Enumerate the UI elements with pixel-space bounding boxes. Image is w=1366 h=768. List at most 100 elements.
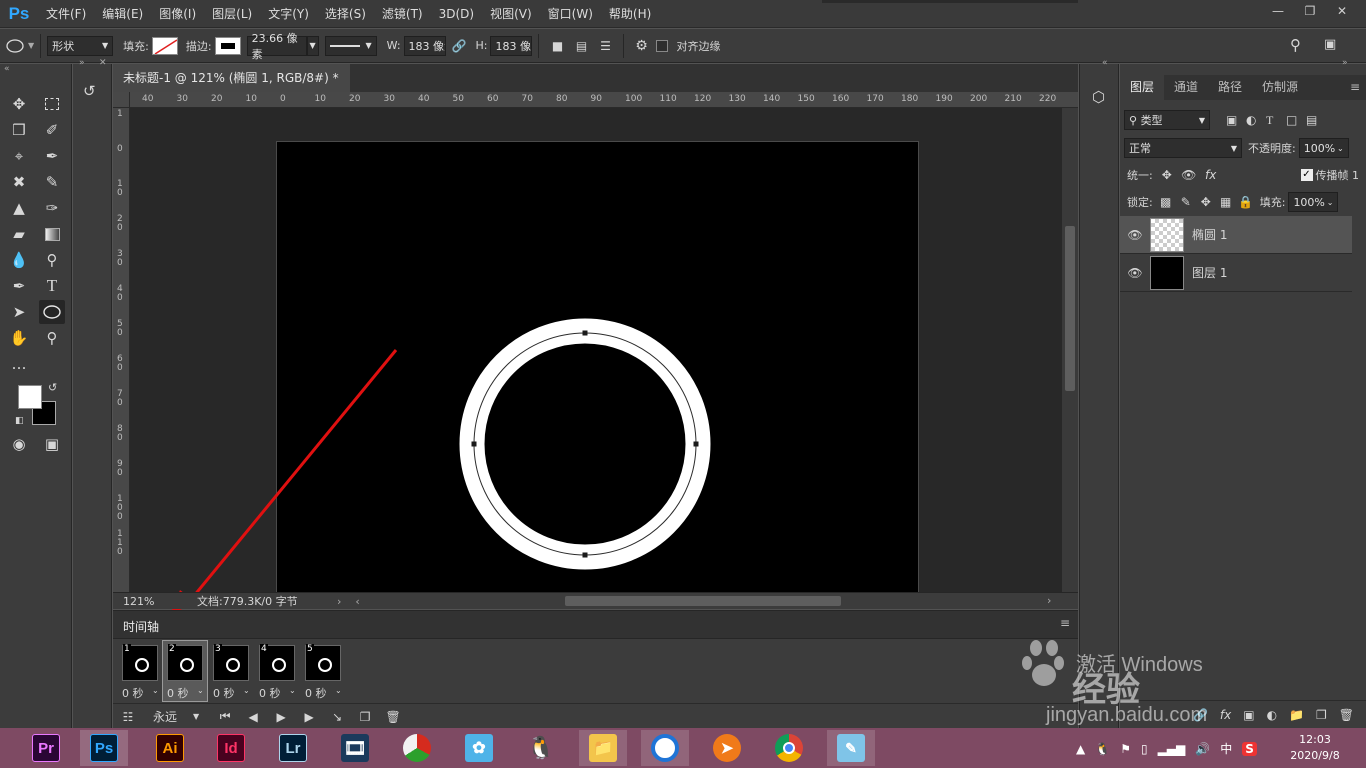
taskbar-photoshop[interactable]: Ps (80, 730, 128, 766)
document-tab[interactable]: 未标题-1 @ 121% (椭圆 1, RGB/8#) * ✕ (113, 64, 350, 113)
wifi-signal-icon[interactable]: ▂▄▆ (1158, 742, 1186, 756)
stroke-type-select[interactable]: ▼ (324, 35, 377, 56)
first-frame-icon[interactable]: ⏮ (211, 709, 239, 724)
lock-all-icon[interactable]: 🔒 (1236, 195, 1256, 209)
align-edges-checkbox[interactable] (656, 39, 669, 52)
clone-stamp-tool-icon[interactable]: ▲ (6, 196, 32, 220)
layer-name[interactable]: 图层 1 (1192, 264, 1227, 281)
chevron-down-icon[interactable]: ⌄ (335, 686, 342, 695)
fx-icon[interactable]: fx (1220, 708, 1231, 722)
new-layer-icon[interactable]: ❐ (1316, 708, 1327, 722)
swap-colors-icon[interactable]: ↺ (48, 381, 57, 394)
taskbar-app-circle[interactable] (641, 730, 689, 766)
panel-menu-icon[interactable]: ≡ (1350, 75, 1366, 100)
menu-3d[interactable]: 3D(D) (431, 0, 482, 28)
battery-icon[interactable]: ▯ (1141, 742, 1148, 756)
history-brush-tool-icon[interactable]: ✑ (39, 196, 65, 220)
adjustment-layer-icon[interactable]: ◐ (1267, 708, 1277, 722)
blend-mode-select[interactable]: 正常 ▼ (1124, 138, 1242, 158)
dodge-tool-icon[interactable]: ⚲ (39, 248, 65, 272)
hand-tool-icon[interactable]: ✋ (6, 326, 32, 350)
tool-preset-picker[interactable]: ▼ (6, 38, 34, 54)
stroke-swatch[interactable] (214, 36, 241, 55)
chevron-down-icon[interactable]: ⌄ (197, 686, 204, 695)
visibility-eye-icon[interactable]: 👁 (1120, 266, 1150, 280)
lock-position-icon[interactable]: ✥ (1196, 195, 1216, 209)
chevron-down-icon[interactable]: ⌄ (243, 686, 250, 695)
opacity-input[interactable]: 100% ⌄ (1298, 138, 1349, 158)
search-icon[interactable]: ⚲ (1290, 36, 1301, 54)
image-filter-icon[interactable]: ▣ (1226, 113, 1246, 127)
timeline-title[interactable]: 时间轴 (123, 618, 159, 635)
propagate-checkbox[interactable]: ✓ (1300, 169, 1313, 181)
link-icon[interactable]: 🔗 (452, 39, 467, 53)
loop-option[interactable]: 永远 (153, 708, 193, 725)
lock-pixels-icon[interactable]: ✎ (1176, 195, 1196, 209)
ime-indicator[interactable]: 中 (1220, 740, 1232, 757)
move-tool-icon[interactable]: ✥ (6, 92, 32, 116)
tray-network-warning-icon[interactable]: ⚑ (1120, 742, 1131, 756)
visibility-eye-icon[interactable]: 👁 (1120, 228, 1150, 242)
layer-name[interactable]: 椭圆 1 (1192, 226, 1227, 243)
eraser-tool-icon[interactable]: ▰ (6, 222, 32, 246)
height-input[interactable]: 183 像素 (490, 35, 533, 56)
marquee-tool-icon[interactable] (39, 92, 65, 116)
menu-image[interactable]: 图像(I) (151, 0, 204, 28)
delete-layer-icon[interactable]: 🗑 (1339, 708, 1354, 722)
close-button[interactable]: ✕ (1326, 0, 1358, 22)
tab-paths[interactable]: 路径 (1208, 75, 1252, 100)
unify-position-icon[interactable]: ✥ (1156, 168, 1178, 182)
gear-icon[interactable]: ⚙ (630, 38, 652, 54)
animation-frame-4[interactable]: 4 0 秒 ⌄ (255, 641, 299, 701)
animation-frame-5[interactable]: 5 0 秒 ⌄ (301, 641, 345, 701)
scroll-left-icon[interactable]: ‹ (355, 595, 359, 608)
minimize-button[interactable]: — (1262, 0, 1294, 22)
unify-visibility-icon[interactable]: 👁 (1178, 168, 1200, 182)
close-dock-icon[interactable]: ✕ (99, 58, 107, 68)
add-mask-icon[interactable]: ▣ (1243, 708, 1254, 722)
taskbar-lightroom[interactable]: Lr (269, 730, 317, 766)
menu-filter[interactable]: 滤镜(T) (374, 0, 431, 28)
ellipse-tool-active-icon[interactable] (39, 300, 65, 324)
horizontal-scrollbar-thumb[interactable] (565, 596, 841, 606)
lasso-tool-icon[interactable]: ❒ (6, 118, 32, 142)
taskbar-file-explorer[interactable]: 📁 (579, 730, 627, 766)
new-group-icon[interactable]: 📁 (1289, 708, 1304, 722)
taskbar-app-ball[interactable] (393, 730, 441, 766)
tab-layers[interactable]: 图层 (1120, 75, 1165, 100)
scroll-right-icon[interactable]: › (1047, 594, 1051, 607)
duplicate-frame-icon[interactable]: ❐ (351, 710, 379, 724)
gradient-tool-icon[interactable] (39, 222, 65, 246)
chevron-down-icon[interactable]: ⌄ (152, 686, 159, 695)
frame-delay[interactable]: 0 秒 (213, 685, 235, 701)
tab-clone-source[interactable]: 仿制源 (1252, 75, 1308, 100)
shape-filter-icon[interactable]: □ (1286, 113, 1306, 127)
eyedropper-tool-icon[interactable]: ✒ (39, 144, 65, 168)
taskbar-app-orange[interactable]: ➤ (703, 730, 751, 766)
expand-icon[interactable]: » (1342, 58, 1348, 68)
healing-brush-tool-icon[interactable]: ✖ (6, 170, 32, 194)
delete-frame-icon[interactable]: 🗑 (379, 710, 407, 724)
taskbar-qq[interactable]: 🐧 (517, 730, 565, 766)
type-tool-icon[interactable]: T (39, 274, 65, 298)
taskbar-chrome[interactable] (765, 730, 813, 766)
fill-swatch[interactable] (151, 36, 178, 55)
fill-input[interactable]: 100% ⌄ (1288, 192, 1339, 212)
layer-filter-select[interactable]: ⚲ 类型 ▼ (1124, 110, 1210, 130)
play-icon[interactable]: ▶ (267, 710, 295, 724)
frame-delay[interactable]: 0 秒 (167, 685, 189, 701)
animation-frame-1[interactable]: 1 0 秒 ⌄ (118, 641, 162, 701)
menu-select[interactable]: 选择(S) (317, 0, 374, 28)
chevron-down-icon[interactable]: ⌄ (289, 686, 296, 695)
taskbar-premiere[interactable]: Pr (22, 730, 70, 766)
frame-delay[interactable]: 0 秒 (122, 685, 144, 701)
type-filter-icon[interactable]: T (1266, 113, 1286, 128)
chevron-down-icon[interactable]: ▼ (193, 712, 199, 721)
vertical-scrollbar-thumb[interactable] (1065, 226, 1075, 391)
adjustment-filter-icon[interactable]: ◐ (1246, 113, 1266, 127)
panel-menu-icon[interactable]: ≡ (1060, 616, 1070, 630)
taskbar-video-editor[interactable]: 🎞 (331, 730, 379, 766)
status-menu-chevron-icon[interactable]: › (337, 595, 341, 608)
pen-tool-icon[interactable]: ✒ (6, 274, 32, 298)
taskbar-indesign[interactable]: Id (207, 730, 255, 766)
